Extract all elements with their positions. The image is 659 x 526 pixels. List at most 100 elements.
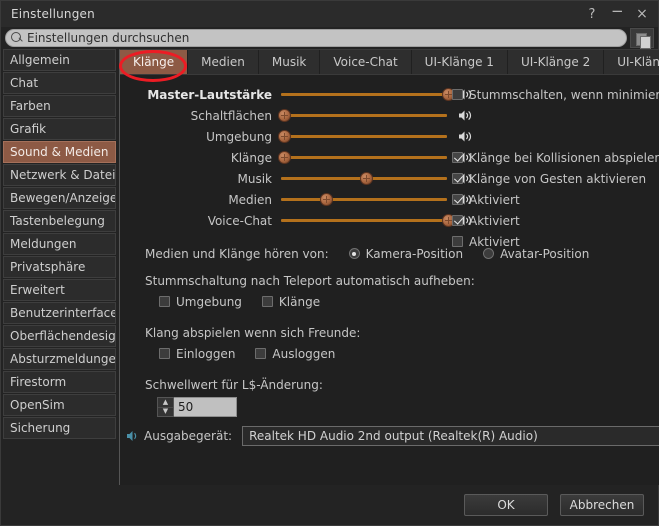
checkbox-label: Aktiviert	[469, 234, 520, 249]
sidebar-item-label: Firestorm	[10, 375, 67, 389]
slider-track	[281, 135, 447, 138]
slider-thumb[interactable]	[359, 172, 373, 185]
sidebar-item-chat[interactable]: Chat	[3, 72, 116, 94]
slider-track	[281, 93, 447, 96]
sidebar-item-privatsph-re[interactable]: Privatsphäre	[3, 256, 116, 278]
sidebar-item-absturzmeldungen[interactable]: Absturzmeldungen	[3, 348, 116, 370]
sidebar-item-benutzerinterface[interactable]: Benutzerinterface	[3, 302, 116, 324]
sidebar-item-tastenbelegung[interactable]: Tastenbelegung	[3, 210, 116, 232]
tab-medien[interactable]: Medien	[188, 50, 259, 74]
radio-kamera-position-label: Kamera-Position	[365, 246, 464, 261]
sidebar-item-bewegen-anzeigen[interactable]: Bewegen/Anzeigen	[3, 187, 116, 209]
slider-label: Voice-Chat	[207, 213, 272, 228]
volume-slider[interactable]	[277, 107, 451, 125]
sidebar-item-label: Tastenbelegung	[10, 214, 105, 228]
content-panel: Klänge Medien Musik Voice-Chat UI-Klänge 1 UI…	[119, 49, 659, 485]
checkbox-teleport-klaenge-label: Klänge	[278, 294, 321, 309]
checkbox-teleport-klaenge[interactable]	[261, 296, 273, 307]
sidebar-item-allgemein[interactable]: Allgemein	[3, 49, 116, 71]
minimize-icon[interactable]: −	[611, 3, 624, 19]
sidebar-item-label: Sicherung	[10, 421, 71, 435]
tab-label: UI-Klänge 3	[617, 55, 659, 69]
slider-thumb[interactable]	[320, 193, 334, 206]
sidebar-item-erweitert[interactable]: Erweitert	[3, 279, 116, 301]
tab-musik[interactable]: Musik	[258, 50, 321, 74]
checkbox-6[interactable]	[452, 215, 463, 226]
volume-slider[interactable]	[277, 149, 451, 167]
checkbox-row[interactable]: Aktiviert	[452, 189, 659, 210]
slider-thumb[interactable]	[277, 109, 291, 122]
tab-kl-nge[interactable]: Klänge	[120, 50, 189, 74]
copy-settings-icon[interactable]	[630, 28, 654, 49]
checkbox-row[interactable]: Aktiviert	[452, 231, 659, 252]
sidebar-item-meldungen[interactable]: Meldungen	[3, 233, 116, 255]
search-input[interactable]: Einstellungen durchsuchen	[5, 29, 627, 47]
slider-track	[281, 198, 447, 201]
window-body: Allgemein Chat Farben Grafik Sound & Medien N…	[1, 49, 659, 485]
sidebar-item-label: Sound & Medien	[10, 145, 109, 159]
sidebar: Allgemein Chat Farben Grafik Sound & Medien N…	[1, 49, 118, 485]
slider-thumb[interactable]	[277, 130, 291, 143]
slider-track	[281, 156, 447, 159]
sidebar-item-netzwerk-dateien[interactable]: Netzwerk & Dateien	[3, 164, 116, 186]
checkbox-spacer	[452, 126, 659, 147]
volume-slider[interactable]	[281, 212, 455, 230]
friends-sound-group: Klang abspielen wenn sich Freunde: Einlo…	[120, 322, 659, 364]
tab-voice-chat[interactable]: Voice-Chat	[320, 50, 412, 74]
sidebar-item-label: Grafik	[10, 122, 47, 136]
threshold-stepper[interactable]: ▲ ▼ 50	[157, 397, 237, 417]
volume-slider[interactable]	[281, 170, 451, 188]
checkbox-7[interactable]	[452, 236, 463, 247]
sidebar-item-oberfl-chendesign[interactable]: Oberflächendesign	[3, 325, 116, 347]
checkbox-label: Klänge von Gesten aktivieren	[469, 171, 647, 186]
close-icon[interactable]: ×	[636, 7, 648, 21]
checkbox-3[interactable]	[452, 152, 463, 163]
threshold-group: Schwellwert für L$-Änderung: ▲ ▼ 50	[120, 374, 659, 419]
checkbox-label: Aktiviert	[469, 192, 520, 207]
sidebar-item-opensim[interactable]: OpenSim	[3, 394, 116, 416]
help-icon[interactable]: ?	[586, 8, 598, 21]
slider-thumb[interactable]	[277, 151, 291, 164]
radio-kamera-position[interactable]	[348, 248, 360, 259]
checkbox-label: Klänge bei Kollisionen abspielen	[469, 150, 659, 165]
tab-ui-kl-nge-3[interactable]: UI-Klänge 3	[604, 50, 659, 74]
checkbox-row[interactable]: Klänge bei Kollisionen abspielen	[452, 147, 659, 168]
volume-slider[interactable]	[281, 191, 451, 209]
checkbox-teleport-umgebung[interactable]	[159, 296, 170, 307]
slider-label: Schaltflächen	[190, 108, 272, 123]
checkbox-row[interactable]: Stummschalten, wenn minimiert	[452, 84, 659, 105]
volume-slider[interactable]	[277, 128, 451, 146]
sidebar-item-grafik[interactable]: Grafik	[3, 118, 116, 140]
sidebar-item-label: Oberflächendesign	[10, 329, 116, 343]
tab-label: Musik	[271, 55, 307, 69]
threshold-decrement-icon[interactable]: ▼	[158, 408, 173, 417]
sidebar-item-sound-medien[interactable]: Sound & Medien	[3, 141, 116, 163]
sidebar-item-sicherung[interactable]: Sicherung	[3, 417, 116, 439]
tab-ui-kl-nge-1[interactable]: UI-Klänge 1	[411, 50, 508, 74]
sidebar-item-label: Benutzerinterface	[10, 306, 116, 320]
volume-slider[interactable]	[281, 86, 455, 104]
checkbox-row[interactable]: Klänge von Gesten aktivieren	[452, 168, 659, 189]
sidebar-item-firestorm[interactable]: Firestorm	[3, 371, 116, 393]
sidebar-item-farben[interactable]: Farben	[3, 95, 116, 117]
audio-output-icon	[124, 430, 142, 442]
checkbox-5[interactable]	[452, 194, 463, 205]
ok-button[interactable]: OK	[464, 494, 548, 516]
checkbox-friend-login[interactable]	[159, 348, 170, 359]
tab-ui-kl-nge-2[interactable]: UI-Klänge 2	[507, 50, 605, 74]
checkbox-spacer	[452, 105, 659, 126]
checkbox-4[interactable]	[452, 173, 463, 184]
checkbox-friend-logout[interactable]	[255, 348, 267, 359]
output-device-row: Ausgabegerät: Realtek HD Audio 2nd outpu…	[120, 425, 659, 447]
window-title: Einstellungen	[11, 7, 95, 21]
cancel-button[interactable]: Abbrechen	[560, 494, 644, 516]
checkbox-teleport-umgebung-label: Umgebung	[176, 294, 242, 309]
search-row: Einstellungen durchsuchen	[1, 27, 658, 49]
threshold-increment-icon[interactable]: ▲	[158, 398, 173, 408]
checkbox-0[interactable]	[452, 89, 463, 100]
checkbox-label: Aktiviert	[469, 213, 520, 228]
checkbox-row[interactable]: Aktiviert	[452, 210, 659, 231]
threshold-value[interactable]: 50	[174, 397, 237, 417]
radio-avatar-position[interactable]	[483, 248, 495, 259]
output-device-select[interactable]: Realtek HD Audio 2nd output (Realtek(R) …	[242, 426, 659, 446]
